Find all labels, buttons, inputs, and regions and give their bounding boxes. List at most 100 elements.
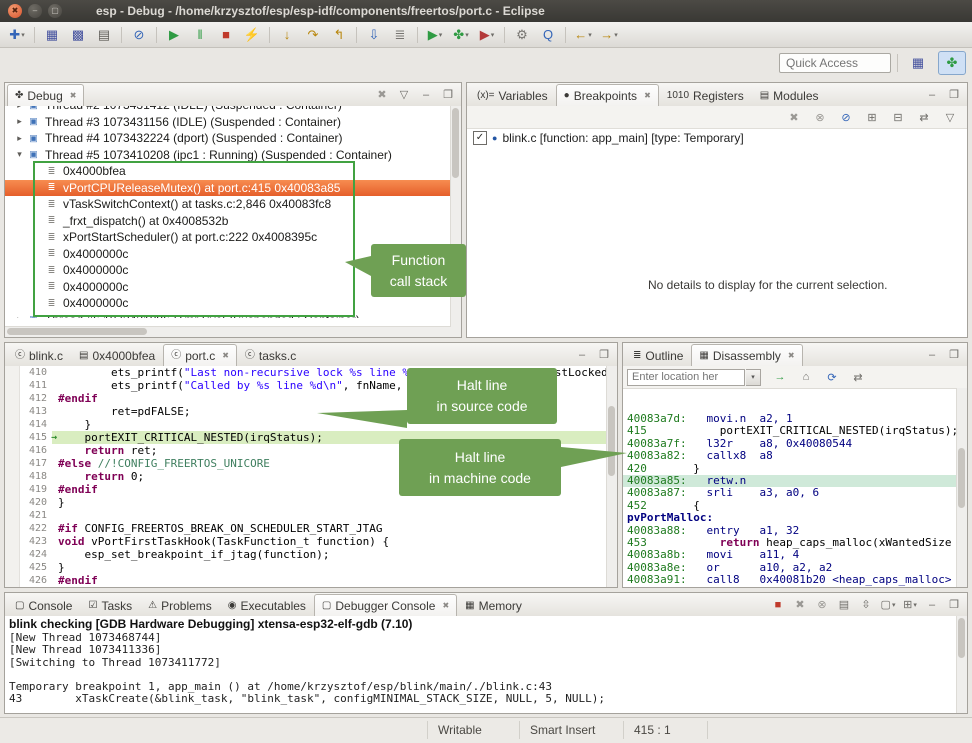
quick-access-input[interactable] <box>779 53 891 73</box>
external-tools-icon[interactable]: ▶▾ <box>475 24 499 46</box>
maximize-icon[interactable]: ❐ <box>594 346 614 364</box>
window-close-button[interactable]: ✖ <box>8 4 22 18</box>
debug-thread-row[interactable]: ▸▣Thread #6 1073431096 (Tmr Svc) (Suspen… <box>5 312 451 319</box>
disconnect-icon[interactable]: ⚡ <box>240 24 264 46</box>
save-all-icon[interactable]: ▩ <box>66 24 90 46</box>
step-into-icon[interactable]: ↓ <box>275 24 299 46</box>
disassembly-line[interactable]: 454 } <box>623 586 957 587</box>
expand-all-icon[interactable]: ⊞ <box>860 108 884 126</box>
new-wizard-icon[interactable]: ✚▾ <box>5 24 29 46</box>
stack-frame-row[interactable]: ≣0x4000bfea <box>5 163 451 180</box>
tab-tasks-c[interactable]: ⓒ tasks.c <box>237 344 304 366</box>
minimize-icon[interactable]: – <box>922 596 942 614</box>
tab-breakpoints[interactable]: ● Breakpoints ✖ <box>556 84 659 106</box>
window-maximize-button[interactable]: ▢ <box>48 4 62 18</box>
remove-all-terminated-icon[interactable]: ✖ <box>372 86 392 104</box>
disassembly-line[interactable]: 40083a7d: movi.n a2, 1 <box>623 413 957 425</box>
goto-pc-icon[interactable]: → <box>768 368 792 386</box>
remove-launch-icon[interactable]: ✖ <box>790 596 810 614</box>
view-menu-icon[interactable]: ▽ <box>394 86 414 104</box>
instruction-stepping-icon[interactable]: ≣ <box>388 24 412 46</box>
disassembly-listing[interactable]: 40083a7d: movi.n a2, 1415 portEXIT_CRITI… <box>623 411 957 587</box>
debug-thread-row[interactable]: ▾▣Thread #5 1073410208 (ipc1 : Running) … <box>5 147 451 164</box>
disassembly-line[interactable]: 40083a87: srli a3, a0, 6 <box>623 487 957 499</box>
disassembly-line[interactable]: 420 } <box>623 463 957 475</box>
disassembly-line[interactable]: 40083a8e: or a10, a2, a2 <box>623 562 957 574</box>
tab-tasks[interactable]: ☑ Tasks <box>80 594 140 616</box>
save-icon[interactable]: ▦ <box>40 24 64 46</box>
disassembly-line[interactable]: 40083a8b: movi a11, 4 <box>623 549 957 561</box>
drop-to-frame-icon[interactable]: ⇩ <box>362 24 386 46</box>
minimize-icon[interactable]: – <box>922 346 942 364</box>
remove-all-launches-icon[interactable]: ⊗ <box>812 596 832 614</box>
editor-line[interactable]: 426#endif <box>5 574 617 587</box>
disassembly-line[interactable]: 452 { <box>623 500 957 512</box>
disassembly-line[interactable]: 453 return heap_caps_malloc(xWantedSize <box>623 537 957 549</box>
terminate-icon[interactable]: ■ <box>768 596 788 614</box>
disassembly-line[interactable]: 40083a85: retw.n <box>623 475 957 487</box>
step-over-icon[interactable]: ↷ <box>301 24 325 46</box>
skip-all-breakpoints-icon[interactable]: ⊘ <box>127 24 151 46</box>
maximize-icon[interactable]: ❐ <box>438 86 458 104</box>
clear-console-icon[interactable]: ▤ <box>834 596 854 614</box>
sync-selection-icon[interactable]: ⇄ <box>846 368 870 386</box>
link-with-debug-icon[interactable]: ⇄ <box>912 108 936 126</box>
disassembly-line[interactable]: 40083a82: callx8 a8 <box>623 450 957 462</box>
tab-outline[interactable]: ≣ Outline <box>625 344 691 366</box>
tab-port-c[interactable]: ⓒ port.c ✖ <box>163 344 237 366</box>
window-minimize-button[interactable]: – <box>28 4 42 18</box>
scrollbar-thumb[interactable] <box>452 108 459 178</box>
build-icon[interactable]: ⚙ <box>510 24 534 46</box>
tab-debug[interactable]: ✤ Debug ✖ <box>7 84 84 106</box>
expand-toggle-icon[interactable]: ▸ <box>13 106 26 111</box>
expand-toggle-icon[interactable]: ▾ <box>13 149 26 160</box>
editor-line[interactable]: 425} <box>5 561 617 574</box>
debug-perspective-icon[interactable]: ✤ <box>938 51 966 75</box>
editor-line[interactable]: 422#if CONFIG_FREERTOS_BREAK_ON_SCHEDULE… <box>5 522 617 535</box>
minimize-icon[interactable]: – <box>416 86 436 104</box>
tab-console[interactable]: ▢ Console <box>7 594 80 616</box>
editor-line[interactable]: 424 esp_set_breakpoint_if_jtag(function)… <box>5 548 617 561</box>
breakpoint-list-item[interactable]: ✓ ● blink.c [function: app_main] [type: … <box>467 129 967 147</box>
disassembly-vertical-scrollbar[interactable] <box>956 388 967 587</box>
remove-breakpoint-icon[interactable]: ✖ <box>782 108 806 126</box>
stack-frame-row[interactable]: ≣0x4000000c <box>5 295 451 312</box>
back-icon[interactable]: ←▾ <box>571 24 595 46</box>
tab-blink-c[interactable]: ⓒ blink.c <box>7 344 71 366</box>
maximize-icon[interactable]: ❐ <box>944 346 964 364</box>
step-return-icon[interactable]: ↰ <box>327 24 351 46</box>
minimize-icon[interactable]: – <box>572 346 592 364</box>
remove-all-breakpoints-icon[interactable]: ⊗ <box>808 108 832 126</box>
scroll-lock-icon[interactable]: ⇳ <box>856 596 876 614</box>
search-icon[interactable]: Q <box>536 24 560 46</box>
collapse-all-icon[interactable]: ⊟ <box>886 108 910 126</box>
show-breakpoints-for-icon[interactable]: ⊘ <box>834 108 858 126</box>
disassembly-line[interactable]: 415 portEXIT_CRITICAL_NESTED(irqStatus); <box>623 425 957 437</box>
tab-memory[interactable]: ▦ Memory <box>457 594 530 616</box>
breakpoint-checkbox[interactable]: ✓ <box>473 131 487 145</box>
editor-line[interactable]: 420} <box>5 496 617 509</box>
close-icon[interactable]: ✖ <box>442 601 449 610</box>
run-icon[interactable]: ▶▾ <box>423 24 447 46</box>
suspend-icon[interactable]: ‖ <box>188 24 212 46</box>
show-source-icon[interactable]: ⌂ <box>794 368 818 386</box>
view-menu-icon[interactable]: ▽ <box>938 108 962 126</box>
resume-icon[interactable]: ▶ <box>162 24 186 46</box>
close-icon[interactable]: ✖ <box>70 91 77 100</box>
refresh-icon[interactable]: ⟳ <box>820 368 844 386</box>
scrollbar-thumb[interactable] <box>7 328 147 335</box>
tab-variables[interactable]: (x)= Variables <box>469 84 556 106</box>
tab-problems[interactable]: ⚠ Problems <box>140 594 220 616</box>
editor-line[interactable]: 423void vPortFirstTaskHook(TaskFunction_… <box>5 535 617 548</box>
cpp-perspective-icon[interactable]: ▦ <box>904 51 932 75</box>
location-input[interactable] <box>627 369 745 386</box>
tab-registers[interactable]: 1010 Registers <box>659 84 752 106</box>
tab-executables[interactable]: ◉ Executables <box>220 594 314 616</box>
disassembly-line[interactable]: 40083a7f: l32r a8, 0x40080544 <box>623 438 957 450</box>
close-icon[interactable]: ✖ <box>644 91 651 100</box>
editor-vertical-scrollbar[interactable] <box>606 366 617 587</box>
tab-debugger-console[interactable]: ▢ Debugger Console ✖ <box>314 594 457 616</box>
scrollbar-thumb[interactable] <box>958 618 965 658</box>
debug-thread-row[interactable]: ▸▣Thread #4 1073432224 (dport) (Suspende… <box>5 130 451 147</box>
expand-toggle-icon[interactable]: ▸ <box>13 314 26 318</box>
